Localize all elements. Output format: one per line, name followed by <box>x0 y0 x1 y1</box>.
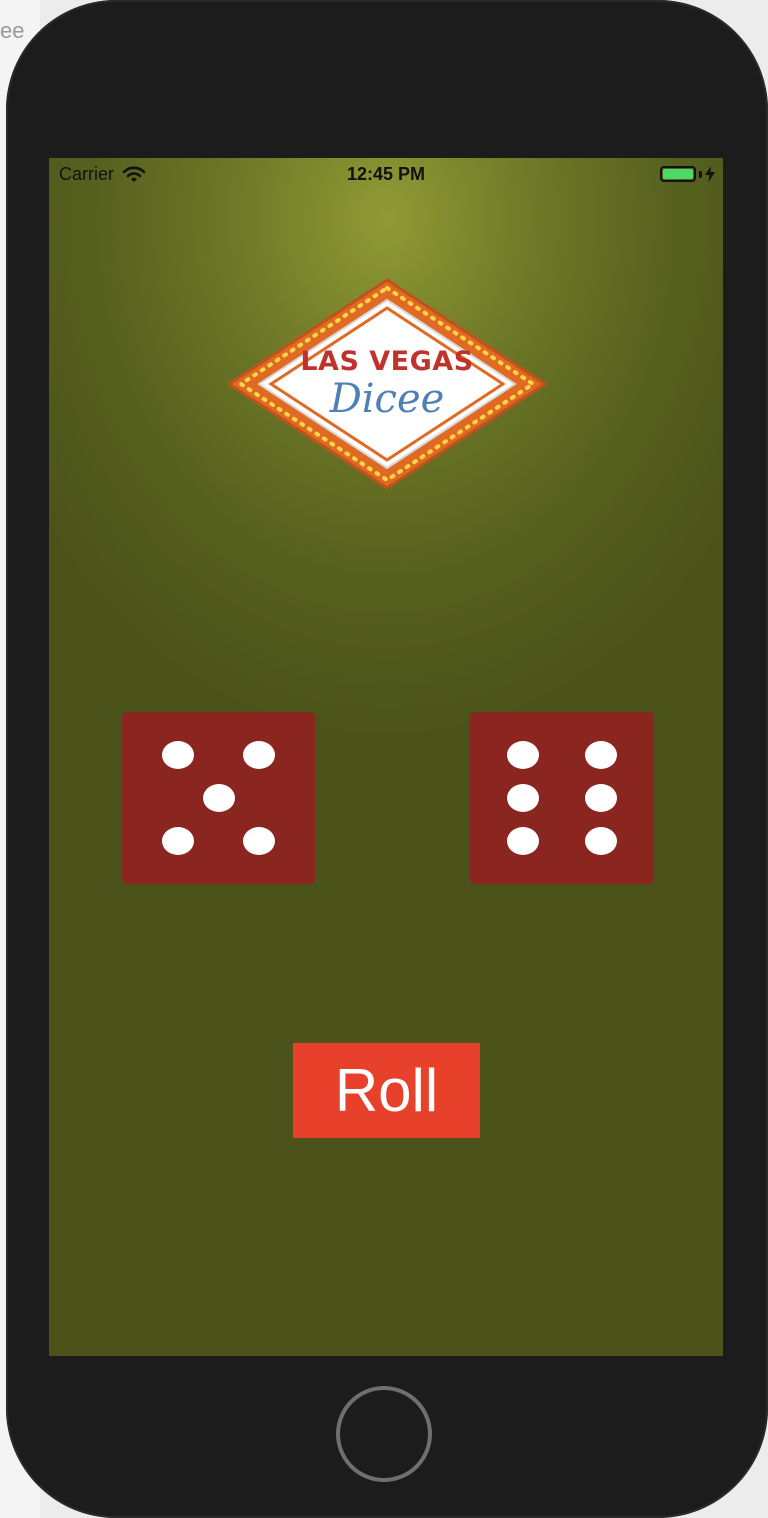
las-vegas-logo: LAS VEGAS Dicee <box>226 278 548 490</box>
die-pip <box>507 827 540 855</box>
roll-button[interactable]: Roll <box>293 1043 480 1138</box>
battery-icon <box>660 166 696 182</box>
logo-subtitle: Dicee <box>329 376 445 422</box>
die-pip <box>161 827 194 855</box>
logo-title: LAS VEGAS <box>300 346 474 377</box>
die-pip <box>161 741 194 769</box>
device-frame: Carrier 12:45 PM LAS VEGAS Dicee Roll <box>6 0 768 1518</box>
die-pip <box>243 827 276 855</box>
die-pip <box>584 784 617 812</box>
die-pip <box>507 784 540 812</box>
bolt-icon <box>705 166 715 182</box>
die-pip <box>202 784 235 812</box>
battery-fill <box>663 169 693 179</box>
status-bar: Carrier 12:45 PM <box>49 158 723 192</box>
die-pip <box>243 741 276 769</box>
die-pip <box>507 741 540 769</box>
backdrop-text: ee <box>0 18 25 43</box>
battery-cap <box>699 170 702 178</box>
die-pip <box>584 741 617 769</box>
clock: 12:45 PM <box>346 164 426 184</box>
die-left <box>122 712 315 884</box>
die-right <box>470 712 654 884</box>
app-screen: Carrier 12:45 PM LAS VEGAS Dicee Roll <box>49 158 723 1356</box>
home-button[interactable] <box>336 1386 432 1482</box>
die-pip <box>584 827 617 855</box>
battery-indicator <box>660 166 715 182</box>
